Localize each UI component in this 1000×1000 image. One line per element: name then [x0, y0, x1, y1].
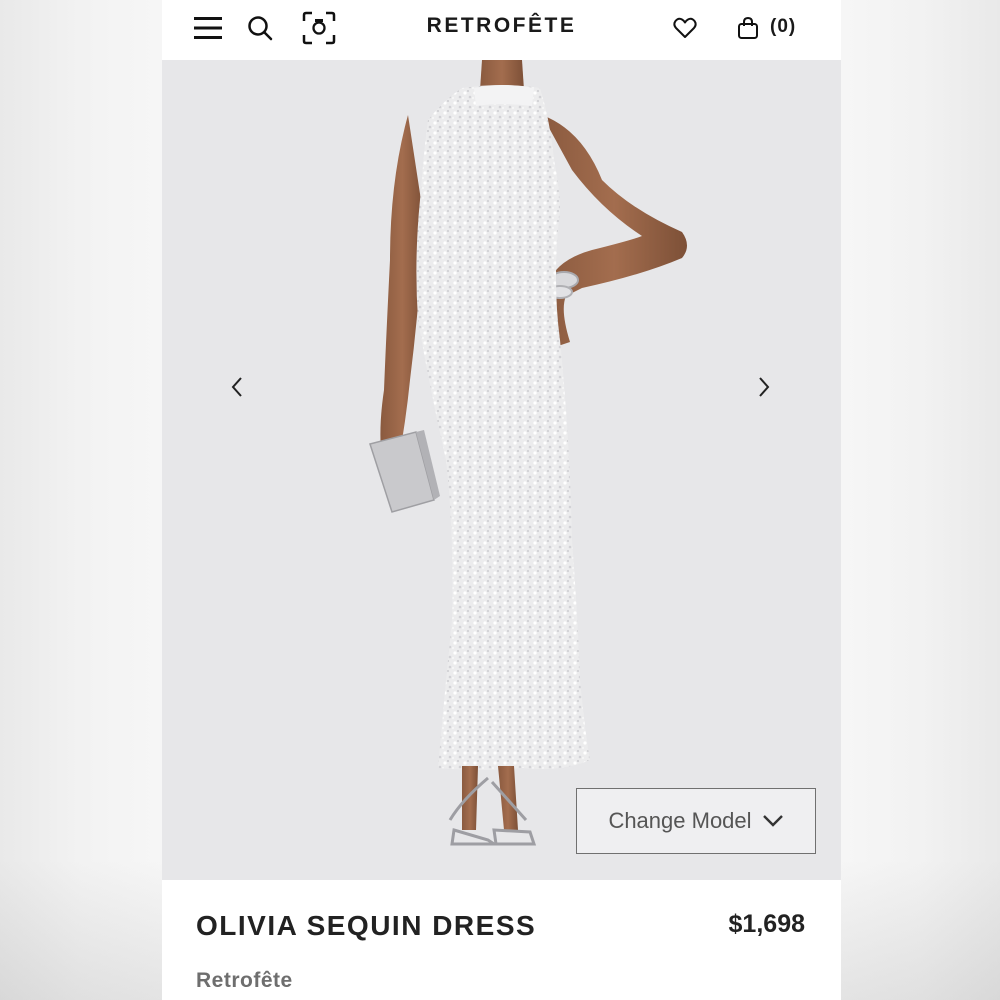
chevron-right-icon[interactable]	[749, 372, 779, 402]
top-nav-bar: RETROFÊTE (0)	[162, 0, 841, 60]
app-screen: RETROFÊTE (0) Change Model OLIVIA SEQUIN…	[162, 0, 841, 1000]
chevron-down-icon	[762, 815, 783, 827]
heart-icon[interactable]	[665, 10, 705, 46]
product-price: $1,698	[728, 910, 805, 938]
product-image-carousel[interactable]: Change Model	[162, 60, 841, 880]
chevron-left-icon[interactable]	[222, 372, 252, 402]
product-photo	[162, 60, 841, 880]
product-title: OLIVIA SEQUIN DRESS	[196, 910, 537, 941]
change-model-label: Change Model	[608, 808, 752, 833]
shopping-bag-icon[interactable]	[728, 10, 768, 46]
change-model-button[interactable]: Change Model	[576, 788, 816, 854]
product-brand[interactable]: Retrofête	[196, 969, 293, 993]
product-info: OLIVIA SEQUIN DRESS $1,698 Retrofête	[162, 880, 841, 1000]
cart-count[interactable]: (0)	[770, 16, 796, 38]
